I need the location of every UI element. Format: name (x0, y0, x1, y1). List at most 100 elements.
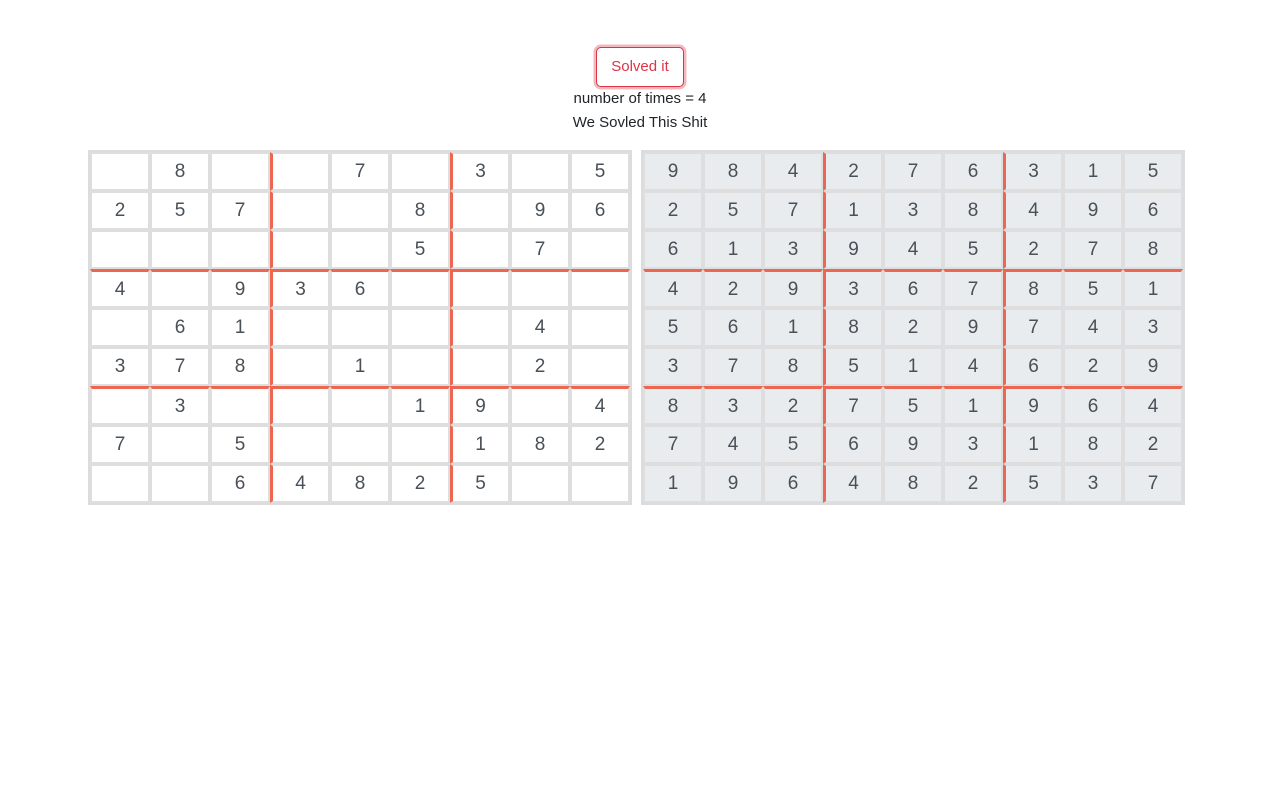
solution-cell-1-8: 6 (1123, 191, 1183, 230)
puzzle-cell-0-4[interactable]: 7 (330, 152, 390, 191)
puzzle-cell-0-7[interactable] (510, 152, 570, 191)
puzzle-cell-7-8[interactable]: 2 (570, 425, 630, 464)
puzzle-cell-5-1[interactable]: 7 (150, 347, 210, 386)
puzzle-cell-2-2[interactable] (210, 230, 270, 269)
puzzle-cell-8-1[interactable] (150, 464, 210, 503)
puzzle-cell-6-2[interactable] (210, 386, 270, 425)
puzzle-cell-8-3[interactable]: 4 (270, 464, 330, 503)
puzzle-cell-7-1[interactable] (150, 425, 210, 464)
puzzle-cell-8-6[interactable]: 5 (450, 464, 510, 503)
puzzle-cell-2-1[interactable] (150, 230, 210, 269)
puzzle-cell-2-6[interactable] (450, 230, 510, 269)
puzzle-cell-2-3[interactable] (270, 230, 330, 269)
puzzle-cell-3-2[interactable]: 9 (210, 269, 270, 308)
puzzle-cell-7-7[interactable]: 8 (510, 425, 570, 464)
puzzle-cell-2-7[interactable]: 7 (510, 230, 570, 269)
puzzle-cell-5-7[interactable]: 2 (510, 347, 570, 386)
solution-cell-1-4: 3 (883, 191, 943, 230)
status-message: We Sovled This Shit (572, 114, 708, 131)
puzzle-cell-2-4[interactable] (330, 230, 390, 269)
puzzle-cell-4-5[interactable] (390, 308, 450, 347)
puzzle-cell-0-5[interactable] (390, 152, 450, 191)
solution-cell-2-6: 2 (1003, 230, 1063, 269)
puzzle-cell-5-4[interactable]: 1 (330, 347, 390, 386)
puzzle-cell-0-1[interactable]: 8 (150, 152, 210, 191)
puzzle-cell-4-8[interactable] (570, 308, 630, 347)
puzzle-cell-8-0[interactable] (90, 464, 150, 503)
solution-cell-7-1: 4 (703, 425, 763, 464)
puzzle-cell-1-8[interactable]: 6 (570, 191, 630, 230)
puzzle-cell-7-6[interactable]: 1 (450, 425, 510, 464)
puzzle-cell-2-0[interactable] (90, 230, 150, 269)
puzzle-cell-1-2[interactable]: 7 (210, 191, 270, 230)
solution-cell-2-2: 3 (763, 230, 823, 269)
puzzle-cell-0-3[interactable] (270, 152, 330, 191)
puzzle-cell-6-6[interactable]: 9 (450, 386, 510, 425)
header: Solved it number of times = 4 We Sovled … (0, 47, 1280, 135)
puzzle-cell-6-1[interactable]: 3 (150, 386, 210, 425)
solution-cell-1-6: 4 (1003, 191, 1063, 230)
solution-cell-3-2: 9 (763, 269, 823, 308)
puzzle-cell-4-0[interactable] (90, 308, 150, 347)
puzzle-cell-3-5[interactable] (390, 269, 450, 308)
puzzle-cell-1-0[interactable]: 2 (90, 191, 150, 230)
puzzle-cell-0-0[interactable] (90, 152, 150, 191)
puzzle-cell-7-2[interactable]: 5 (210, 425, 270, 464)
puzzle-cell-3-3[interactable]: 3 (270, 269, 330, 308)
puzzle-cell-6-5[interactable]: 1 (390, 386, 450, 425)
solution-cell-0-0: 9 (643, 152, 703, 191)
puzzle-cell-0-8[interactable]: 5 (570, 152, 630, 191)
puzzle-cell-3-8[interactable] (570, 269, 630, 308)
puzzle-cell-2-5[interactable]: 5 (390, 230, 450, 269)
puzzle-cell-2-8[interactable] (570, 230, 630, 269)
puzzle-cell-5-3[interactable] (270, 347, 330, 386)
puzzle-cell-3-1[interactable] (150, 269, 210, 308)
solution-cell-5-6: 6 (1003, 347, 1063, 386)
puzzle-cell-1-6[interactable] (450, 191, 510, 230)
puzzle-cell-3-7[interactable] (510, 269, 570, 308)
puzzle-cell-6-3[interactable] (270, 386, 330, 425)
solution-cell-2-0: 6 (643, 230, 703, 269)
solution-cell-3-6: 8 (1003, 269, 1063, 308)
puzzle-cell-6-0[interactable] (90, 386, 150, 425)
puzzle-cell-5-2[interactable]: 8 (210, 347, 270, 386)
solution-cell-5-2: 8 (763, 347, 823, 386)
puzzle-cell-3-6[interactable] (450, 269, 510, 308)
puzzle-cell-1-1[interactable]: 5 (150, 191, 210, 230)
solution-cell-4-7: 4 (1063, 308, 1123, 347)
puzzle-cell-8-2[interactable]: 6 (210, 464, 270, 503)
puzzle-cell-5-8[interactable] (570, 347, 630, 386)
puzzle-cell-1-7[interactable]: 9 (510, 191, 570, 230)
puzzle-cell-4-1[interactable]: 6 (150, 308, 210, 347)
puzzle-cell-5-0[interactable]: 3 (90, 347, 150, 386)
puzzle-cell-3-4[interactable]: 6 (330, 269, 390, 308)
puzzle-cell-4-4[interactable] (330, 308, 390, 347)
puzzle-cell-1-4[interactable] (330, 191, 390, 230)
puzzle-cell-7-3[interactable] (270, 425, 330, 464)
puzzle-cell-8-4[interactable]: 8 (330, 464, 390, 503)
solved-it-button[interactable]: Solved it (596, 47, 684, 87)
puzzle-cell-8-8[interactable] (570, 464, 630, 503)
puzzle-cell-7-5[interactable] (390, 425, 450, 464)
puzzle-cell-7-4[interactable] (330, 425, 390, 464)
puzzle-cell-8-5[interactable]: 2 (390, 464, 450, 503)
puzzle-cell-4-2[interactable]: 1 (210, 308, 270, 347)
puzzle-cell-4-7[interactable]: 4 (510, 308, 570, 347)
puzzle-cell-4-6[interactable] (450, 308, 510, 347)
puzzle-cell-6-7[interactable] (510, 386, 570, 425)
puzzle-cell-3-0[interactable]: 4 (90, 269, 150, 308)
puzzle-cell-0-6[interactable]: 3 (450, 152, 510, 191)
puzzle-cell-6-4[interactable] (330, 386, 390, 425)
solution-cell-6-1: 3 (703, 386, 763, 425)
puzzle-cell-1-3[interactable] (270, 191, 330, 230)
puzzle-cell-1-5[interactable]: 8 (390, 191, 450, 230)
puzzle-cell-7-0[interactable]: 7 (90, 425, 150, 464)
puzzle-cell-5-6[interactable] (450, 347, 510, 386)
puzzle-cell-8-7[interactable] (510, 464, 570, 503)
solution-cell-6-4: 5 (883, 386, 943, 425)
solution-cell-6-3: 7 (823, 386, 883, 425)
puzzle-cell-0-2[interactable] (210, 152, 270, 191)
puzzle-cell-4-3[interactable] (270, 308, 330, 347)
puzzle-cell-6-8[interactable]: 4 (570, 386, 630, 425)
puzzle-cell-5-5[interactable] (390, 347, 450, 386)
